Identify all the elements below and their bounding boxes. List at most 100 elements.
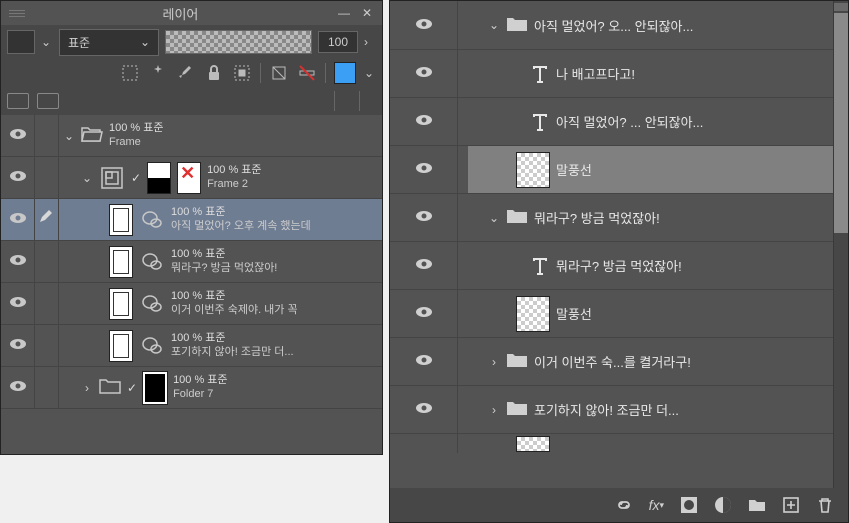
folder-icon [99,377,121,398]
layer-thumbnail [516,436,550,452]
balloon-type-icon [139,204,165,236]
layer-row-r8[interactable]: › 이거 이번주 숙...를 켤거라구! [390,337,833,385]
visibility-toggle[interactable] [390,242,458,289]
visibility-toggle[interactable] [390,1,458,49]
layer-row-r4[interactable]: 말풍선 [390,145,833,193]
visibility-toggle[interactable] [1,115,35,156]
lock-toggle[interactable] [35,367,59,408]
visibility-toggle[interactable] [390,98,458,145]
tool-row-2 [1,87,382,115]
lock-toggle[interactable] [35,241,59,282]
color-dropdown-icon[interactable]: ⌄ [364,66,376,80]
swatch-dropdown-icon[interactable]: ⌄ [41,35,53,49]
layer-meta: 100 % 표준 [109,122,164,135]
layer-row-r7[interactable]: 말풍선 [390,289,833,337]
separator [260,63,261,83]
layer-meta: 100 % 표준 [171,206,311,219]
expand-toggle[interactable]: ⌄ [63,129,75,143]
scrollbar[interactable] [834,1,848,488]
close-icon[interactable]: ✕ [356,6,378,20]
visibility-toggle[interactable] [390,290,458,337]
layer-row-folder7[interactable]: › ✓ 100 % 표준 Folder 7 [1,367,382,409]
select-all-icon[interactable] [232,63,252,83]
layer-name: 뭐라구? 방금 먹었잖아! [171,262,277,275]
link-icon[interactable] [615,496,633,514]
trash-icon[interactable] [816,496,834,514]
layer-meta: 100 % 표준 [171,248,277,261]
blend-mode-label: 표준 [68,34,90,51]
visibility-toggle[interactable] [390,386,458,433]
wand-icon[interactable] [148,63,168,83]
lock-toggle[interactable] [35,115,59,156]
lock-toggle[interactable] [35,157,59,198]
folder-icon [506,399,528,420]
expand-toggle[interactable]: › [488,355,500,369]
layer-row-frame2[interactable]: ⌄ ✓ 100 % 표준 Frame 2 [1,157,382,199]
layer-row-item2[interactable]: 100 % 표준 뭐라구? 방금 먹었잖아! [1,241,382,283]
panel-drag-handle[interactable] [5,6,29,21]
visibility-toggle[interactable] [1,367,35,408]
layer-name: 나 배고프다고! [556,64,635,83]
visibility-toggle[interactable] [390,146,458,193]
visibility-toggle[interactable] [1,283,35,324]
layer-row-r3[interactable]: 아직 멀었어? ... 안되잖아... [390,97,833,145]
visibility-toggle[interactable] [1,241,35,282]
expand-toggle[interactable]: › [81,381,93,395]
lock-toggle[interactable] [35,325,59,366]
expand-toggle[interactable]: › [488,403,500,417]
new-group-icon[interactable] [748,496,766,514]
effect-icon[interactable] [269,63,289,83]
visibility-toggle[interactable] [1,325,35,366]
visibility-toggle[interactable] [390,50,458,97]
collapse-icon[interactable]: — [332,6,356,20]
layer-row-item1[interactable]: 100 % 표준 아직 멀었어? 오후 계속 했는데 [1,199,382,241]
lock-toggle[interactable] [35,283,59,324]
ruler-off-icon[interactable] [297,63,317,83]
layer-row-r9[interactable]: › 포기하지 않아! 조금만 더... [390,385,833,433]
layer-row-r2[interactable]: 나 배고프다고! [390,49,833,97]
layer-meta: 100 % 표준 [173,374,228,387]
visibility-toggle[interactable] [390,194,458,241]
layer-row-r1[interactable]: ⌄ 아직 멀었어? 오... 안되잖아... [390,1,833,49]
layer-footer-bar: fx▾ [390,488,848,522]
new-layer-icon[interactable] [782,496,800,514]
visibility-toggle[interactable] [1,157,35,198]
layer-row-partial[interactable] [390,433,833,453]
pen-icon[interactable] [176,63,196,83]
opacity-slider-track[interactable] [165,30,312,54]
layer-row-item4[interactable]: 100 % 표준 포기하지 않아! 조금만 더... [1,325,382,367]
color-swatch-blue[interactable] [334,62,356,84]
layer-row-frame[interactable]: ⌄ 100 % 표준 Frame [1,115,382,157]
opacity-dropdown-icon[interactable]: › [364,35,376,49]
view-mode-b[interactable] [37,93,59,109]
mask-icon[interactable] [680,496,698,514]
blend-mode-dropdown[interactable]: 표준 ⌄ [59,29,159,56]
expand-toggle[interactable]: ⌄ [488,18,500,32]
opacity-input[interactable]: 100 [318,31,358,53]
edit-indicator[interactable] [35,199,59,240]
panel-title: 레이어 [29,4,332,23]
layer-row-r5[interactable]: ⌄ 뭐라구? 방금 먹었잖아! [390,193,833,241]
check-icon: ✓ [127,381,137,395]
tool-row-1: ⌄ [1,59,382,87]
lock-icon[interactable] [204,63,224,83]
expand-toggle[interactable]: ⌄ [81,171,93,185]
fx-icon[interactable]: fx▾ [649,497,664,513]
separator [359,91,360,111]
layer-color-swatch[interactable] [7,30,35,54]
view-mode-a[interactable] [7,93,29,109]
marquee-icon[interactable] [120,63,140,83]
layer-list[interactable]: ⌄ 아직 멀었어? 오... 안되잖아... 나 배고프다고! [390,1,834,488]
folder-icon [506,207,528,228]
layer-list[interactable]: ⌄ 100 % 표준 Frame ⌄ ✓ 100 % 표준 Frame 2 [1,115,382,454]
layer-row-r6[interactable]: 뭐라구? 방금 먹었잖아! [390,241,833,289]
adjustment-icon[interactable] [714,496,732,514]
balloon-type-icon [139,246,165,278]
visibility-toggle[interactable] [1,199,35,240]
layer-row-item3[interactable]: 100 % 표준 이거 이번주 숙제야. 내가 꼭 [1,283,382,325]
separator [325,63,326,83]
expand-toggle[interactable]: ⌄ [488,211,500,225]
layer-name: 이거 이번주 숙...를 켤거라구! [534,352,691,371]
visibility-toggle[interactable] [390,338,458,385]
folder-open-icon [81,125,103,146]
